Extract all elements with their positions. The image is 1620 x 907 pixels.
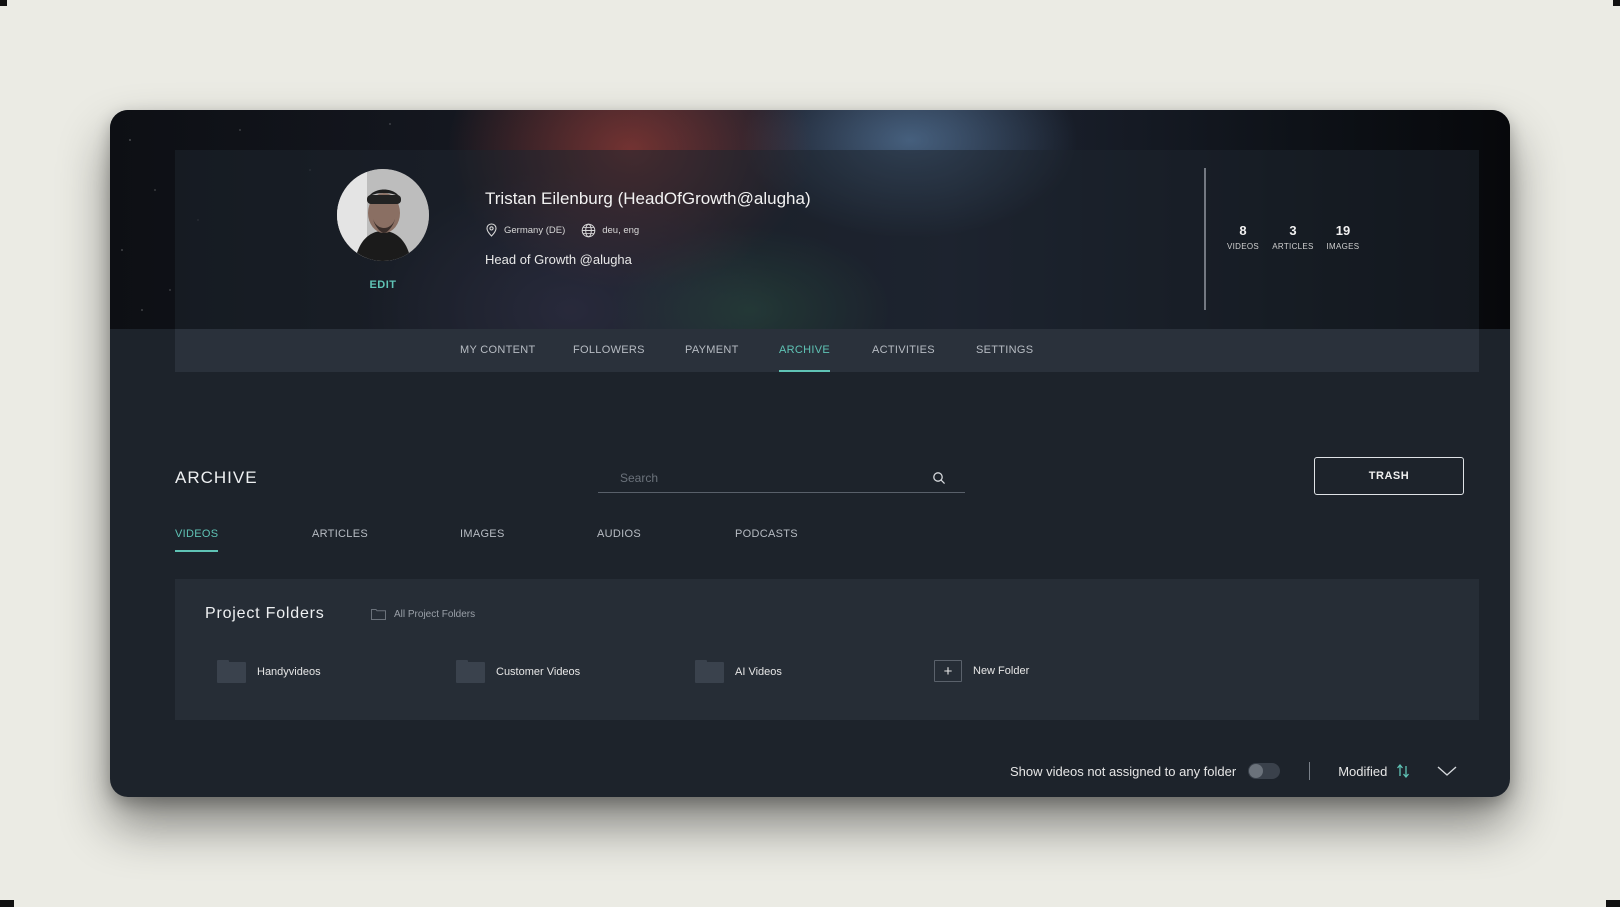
stat-videos[interactable]: 8 VIDEOS (1218, 223, 1268, 251)
tab-articles[interactable]: ARTICLES (312, 528, 368, 552)
project-folders-panel: Project Folders All Project Folders Hand… (175, 579, 1479, 720)
screen-corner-marker (0, 900, 14, 907)
tab-images[interactable]: IMAGES (460, 528, 505, 552)
stat-value: 8 (1239, 223, 1247, 238)
tab-payment[interactable]: PAYMENT (685, 329, 739, 372)
folder-icon (695, 660, 724, 683)
location-text: Germany (DE) (504, 224, 566, 236)
stat-value: 19 (1335, 223, 1351, 238)
folder-label: AI Videos (735, 665, 782, 678)
tab-my-content[interactable]: MY CONTENT (460, 329, 536, 372)
list-controls: Show videos not assigned to any folder M… (1010, 760, 1457, 782)
profile-meta: Germany (DE) deu, eng (485, 222, 639, 238)
tab-followers[interactable]: FOLLOWERS (573, 329, 645, 372)
tab-podcasts[interactable]: PODCASTS (735, 528, 798, 552)
stat-value: 3 (1289, 223, 1297, 238)
search-icon[interactable] (932, 471, 946, 485)
folder-handyvideos[interactable]: Handyvideos (217, 660, 321, 683)
toggle-knob (1249, 764, 1264, 778)
folder-icon (217, 660, 246, 683)
stat-label: IMAGES (1326, 242, 1360, 251)
stat-label: ARTICLES (1272, 242, 1314, 251)
screen-corner-marker (1613, 0, 1620, 6)
sort-direction-icon[interactable] (1395, 763, 1411, 779)
chevron-down-icon[interactable] (1437, 765, 1457, 777)
avatar[interactable] (337, 169, 429, 261)
folder-outline-icon (371, 609, 386, 620)
tab-activities[interactable]: ACTIVITIES (872, 329, 935, 372)
project-folders-title: Project Folders (205, 605, 325, 622)
edit-profile-link[interactable]: EDIT (337, 279, 429, 291)
folder-label: Customer Videos (496, 665, 581, 678)
profile-nav: MY CONTENT FOLLOWERS PAYMENT ARCHIVE ACT… (175, 329, 1479, 372)
new-folder-label: New Folder (973, 665, 1030, 677)
globe-icon (581, 223, 596, 237)
all-project-folders-link[interactable]: All Project Folders (371, 608, 475, 620)
unassigned-filter-toggle[interactable] (1248, 763, 1281, 779)
divider (1309, 762, 1311, 780)
tab-archive[interactable]: ARCHIVE (779, 329, 830, 372)
search-box (598, 465, 965, 493)
screen-corner-marker (0, 0, 7, 6)
app-window: EDIT Tristan Eilenburg (HeadOfGrowth@alu… (110, 110, 1510, 797)
stat-label: VIDEOS (1226, 242, 1260, 251)
trash-button[interactable]: TRASH (1314, 457, 1464, 495)
tab-videos[interactable]: VIDEOS (175, 528, 219, 552)
search-input[interactable] (618, 467, 922, 489)
tab-audios[interactable]: AUDIOS (597, 528, 641, 552)
stats-divider (1204, 168, 1206, 310)
stat-images[interactable]: 19 IMAGES (1318, 223, 1368, 251)
avatar-photo-icon (337, 169, 429, 261)
folder-ai-videos[interactable]: AI Videos (695, 660, 782, 683)
folder-icon (456, 660, 485, 683)
profile-bio: Head of Growth @alugha (485, 252, 632, 267)
folder-label: Handyvideos (257, 665, 321, 678)
location-pin-icon (486, 223, 497, 237)
new-folder-button[interactable]: + New Folder (934, 660, 1029, 682)
stat-articles[interactable]: 3 ARTICLES (1268, 223, 1318, 251)
all-project-folders-label: All Project Folders (394, 608, 476, 620)
tab-settings[interactable]: SETTINGS (976, 329, 1033, 372)
screen-corner-marker (1606, 900, 1620, 907)
folder-customer-videos[interactable]: Customer Videos (456, 660, 580, 683)
page-title: ARCHIVE (175, 468, 258, 487)
languages-text: deu, eng (602, 224, 640, 236)
unassigned-filter-label: Show videos not assigned to any folder (1010, 763, 1237, 779)
profile-name: Tristan Eilenburg (HeadOfGrowth@alugha) (485, 189, 811, 208)
sort-field-label[interactable]: Modified (1338, 764, 1387, 779)
profile-stats: 8 VIDEOS 3 ARTICLES 19 IMAGES (1218, 223, 1368, 251)
plus-icon: + (934, 660, 962, 682)
